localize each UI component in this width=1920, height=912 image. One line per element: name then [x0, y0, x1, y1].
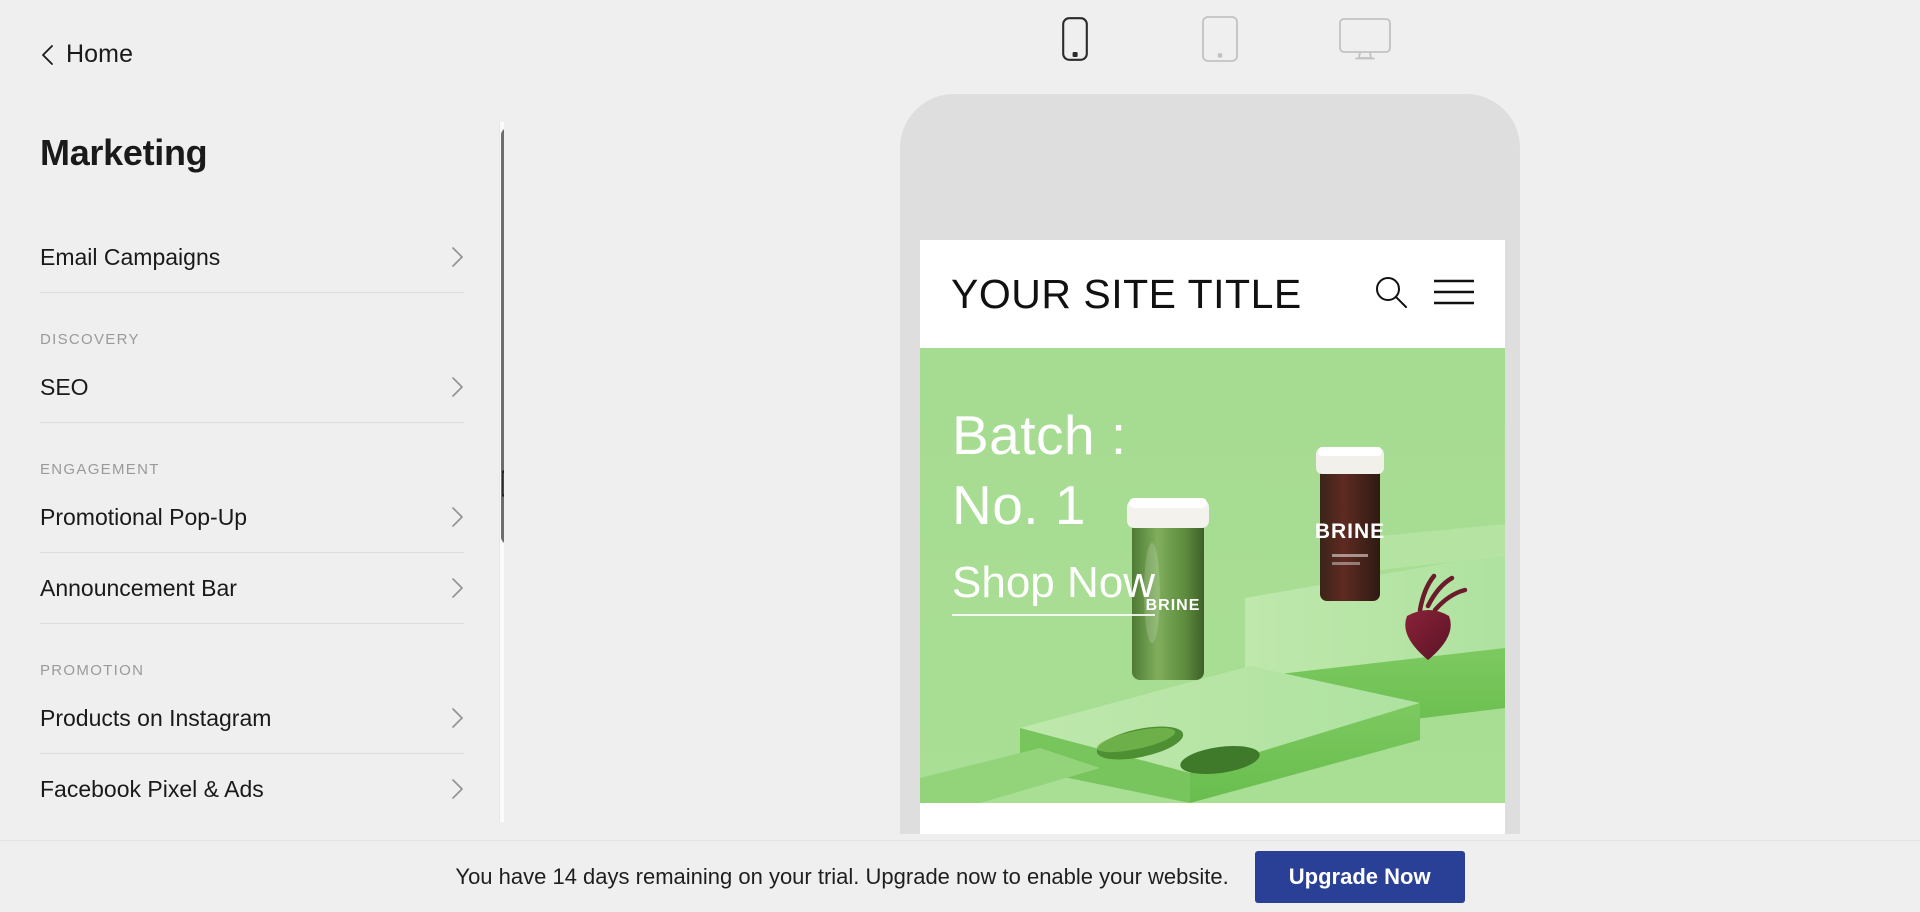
upgrade-now-button[interactable]: Upgrade Now: [1254, 850, 1465, 903]
chevron-right-icon: [451, 707, 464, 729]
hero-banner: BRINE BRINE Batch: No. 1 Shop Now: [920, 348, 1505, 803]
trial-message: You have 14 days remaining on your trial…: [455, 863, 1229, 889]
sidebar-item-label: Email Campaigns: [40, 243, 221, 270]
chevron-right-icon: [451, 577, 464, 599]
hamburger-menu-icon[interactable]: [1433, 276, 1475, 313]
sidebar-nav-scroll-area: Email Campaigns Discovery SEO Engagement Pro…: [0, 222, 504, 840]
hero-headline-line-1: Batch :: [952, 404, 1127, 466]
sidebar-item-label: Products on Instagram: [40, 704, 272, 731]
mobile-preview-frame: YOUR SITE TITLE BRINE BRINE Batch: No. …: [900, 94, 1520, 834]
sidebar-item-label: Promotional Pop-Up: [40, 503, 248, 530]
device-toggle-desktop[interactable]: [1330, 12, 1400, 70]
sidebar-item-label: Facebook Pixel & Ads: [40, 775, 264, 802]
sidebar-item-seo[interactable]: SEO: [40, 352, 464, 422]
site-header: YOUR SITE TITLE: [920, 240, 1505, 348]
sidebar-item-facebook-pixel-ads[interactable]: Facebook Pixel & Ads: [40, 754, 464, 824]
back-to-home-link[interactable]: Home: [40, 40, 133, 69]
svg-text:BRINE: BRINE: [1315, 520, 1385, 543]
search-icon[interactable]: [1373, 274, 1409, 315]
device-toggle-tablet[interactable]: [1185, 12, 1255, 70]
chevron-right-icon: [451, 376, 464, 398]
marketing-settings-screen: Home Marketing Email Campaigns Discovery S…: [0, 0, 1920, 912]
device-toggle-mobile[interactable]: [1040, 12, 1110, 70]
preview-screen: YOUR SITE TITLE BRINE BRINE Batch: No. …: [920, 240, 1505, 834]
site-content-below-hero: [920, 803, 1505, 834]
sidebar-group-title: Discovery: [40, 331, 140, 348]
hero-cta-link[interactable]: Shop Now: [952, 558, 1156, 616]
sidebar-group-title: Engagement: [40, 461, 160, 478]
chevron-right-icon: [451, 778, 464, 800]
sidebar-item-announcement-bar[interactable]: Announcement Bar: [40, 553, 464, 623]
device-preview-toggle: [1040, 12, 1400, 70]
desktop-icon: [1339, 17, 1391, 65]
sidebar-item-label: SEO: [40, 373, 89, 400]
sidebar-item-label: Announcement Bar: [40, 574, 237, 601]
site-title: YOUR SITE TITLE: [951, 270, 1302, 317]
tablet-icon: [1202, 15, 1238, 67]
sidebar-item-promotional-pop-up[interactable]: Promotional Pop-Up: [40, 482, 464, 552]
left-panel: Home Marketing Email Campaigns Discovery S…: [0, 0, 504, 840]
mobile-icon: [1062, 16, 1088, 66]
sidebar-item-email-campaigns[interactable]: Email Campaigns: [40, 222, 464, 292]
sidebar-group-title: Promotion: [40, 662, 145, 679]
vertical-scrollbar-thumb[interactable]: [501, 128, 504, 544]
chevron-left-icon: [40, 44, 54, 66]
page-title: Marketing: [40, 132, 208, 173]
sidebar-item-products-on-instagram[interactable]: Products on Instagram: [40, 683, 464, 753]
chevron-right-icon: [451, 246, 464, 268]
trial-banner: You have 14 days remaining on your trial…: [0, 840, 1920, 912]
hero-headline: Batch : No. 1: [952, 400, 1127, 540]
sidebar-nav-list: Email Campaigns Discovery SEO Engagement Pro…: [0, 222, 504, 840]
hero-headline-line-2: No. 1: [952, 474, 1086, 536]
site-header-icons: [1373, 274, 1475, 315]
back-link-label: Home: [66, 40, 134, 68]
chevron-right-icon: [451, 506, 464, 528]
